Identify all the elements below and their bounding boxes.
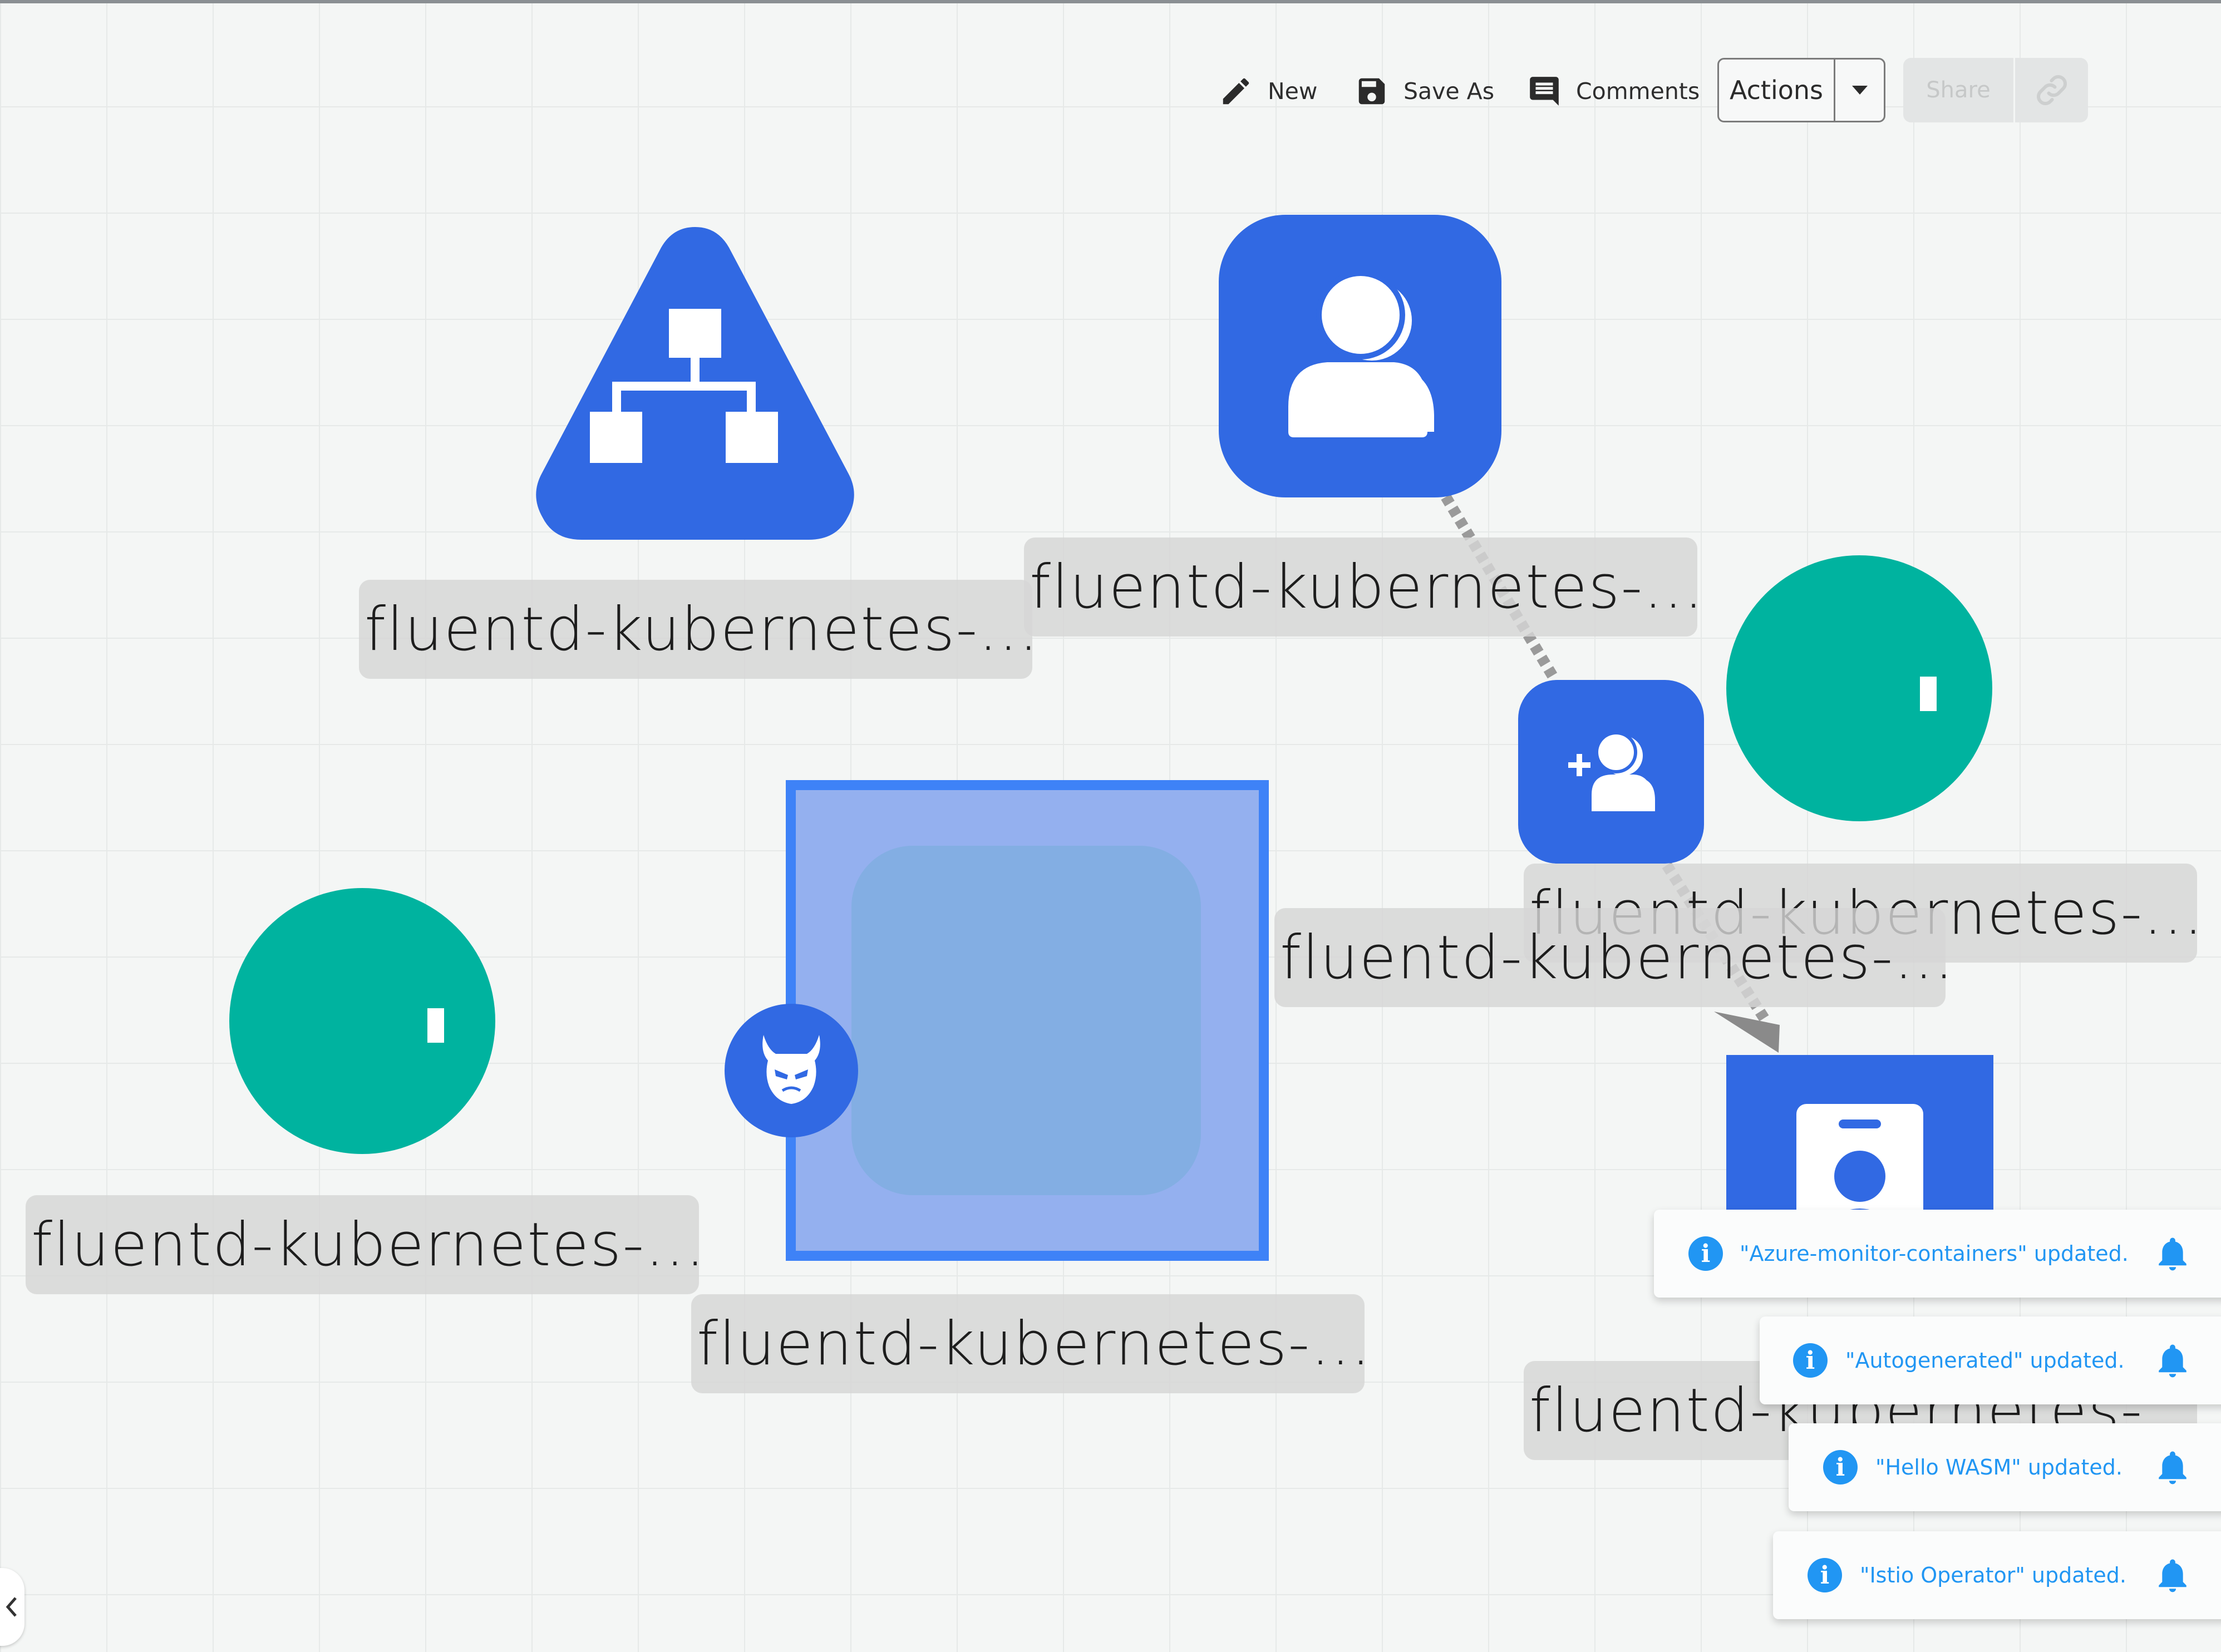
node-circle[interactable] [229,888,495,1154]
info-icon: i [1823,1450,1858,1485]
circle-mark [427,1008,444,1043]
bell-icon[interactable] [2157,1450,2188,1485]
bell-icon[interactable] [2157,1236,2188,1271]
info-icon: i [1793,1343,1828,1378]
notification-toast[interactable]: i "Hello WASM" updated. [1789,1423,2221,1511]
node-label[interactable]: fluentd-kubernetes-... [359,580,1032,679]
notification-message: "Istio Operator" updated. [1860,1563,2127,1587]
notification-message: "Azure-monitor-containers" updated. [1740,1241,2129,1266]
edge-arrowhead [1714,1012,1780,1053]
node-label[interactable]: fluentd-kubernetes-... [1024,537,1697,637]
devil-badge[interactable] [725,1004,858,1137]
notification-toast[interactable]: i "Istio Operator" updated. [1773,1531,2221,1619]
node-users[interactable] [1219,215,1501,497]
add-user-icon [1568,733,1655,811]
node-label[interactable]: fluentd-kubernetes-... [26,1195,699,1294]
info-icon: i [1808,1558,1842,1592]
chevron-left-icon [6,1597,17,1617]
inner-rounded-square [851,846,1201,1195]
bell-icon[interactable] [2157,1558,2188,1592]
notification-message: "Autogenerated" updated. [1845,1348,2125,1373]
users-icon [1288,270,1434,437]
notification-message: "Hello WASM" updated. [1875,1455,2122,1480]
node-label[interactable]: fluentd-kubernetes-... [1274,908,1946,1007]
node-label[interactable]: fluentd-kubernetes-... [691,1294,1365,1393]
node-triangle[interactable] [533,217,857,540]
node-circle[interactable] [1726,555,1992,821]
info-icon: i [1688,1236,1723,1271]
circle-mark [1920,677,1937,711]
sidebar-toggle-button[interactable] [0,1568,24,1646]
notification-toast[interactable]: i "Azure-monitor-containers" updated. [1654,1210,2221,1298]
devil-icon [762,1035,820,1104]
bell-icon[interactable] [2157,1343,2188,1378]
node-selected-square[interactable] [786,780,1269,1261]
notification-toast[interactable]: i "Autogenerated" updated. [1760,1316,2221,1404]
node-add-user[interactable] [1518,680,1704,864]
